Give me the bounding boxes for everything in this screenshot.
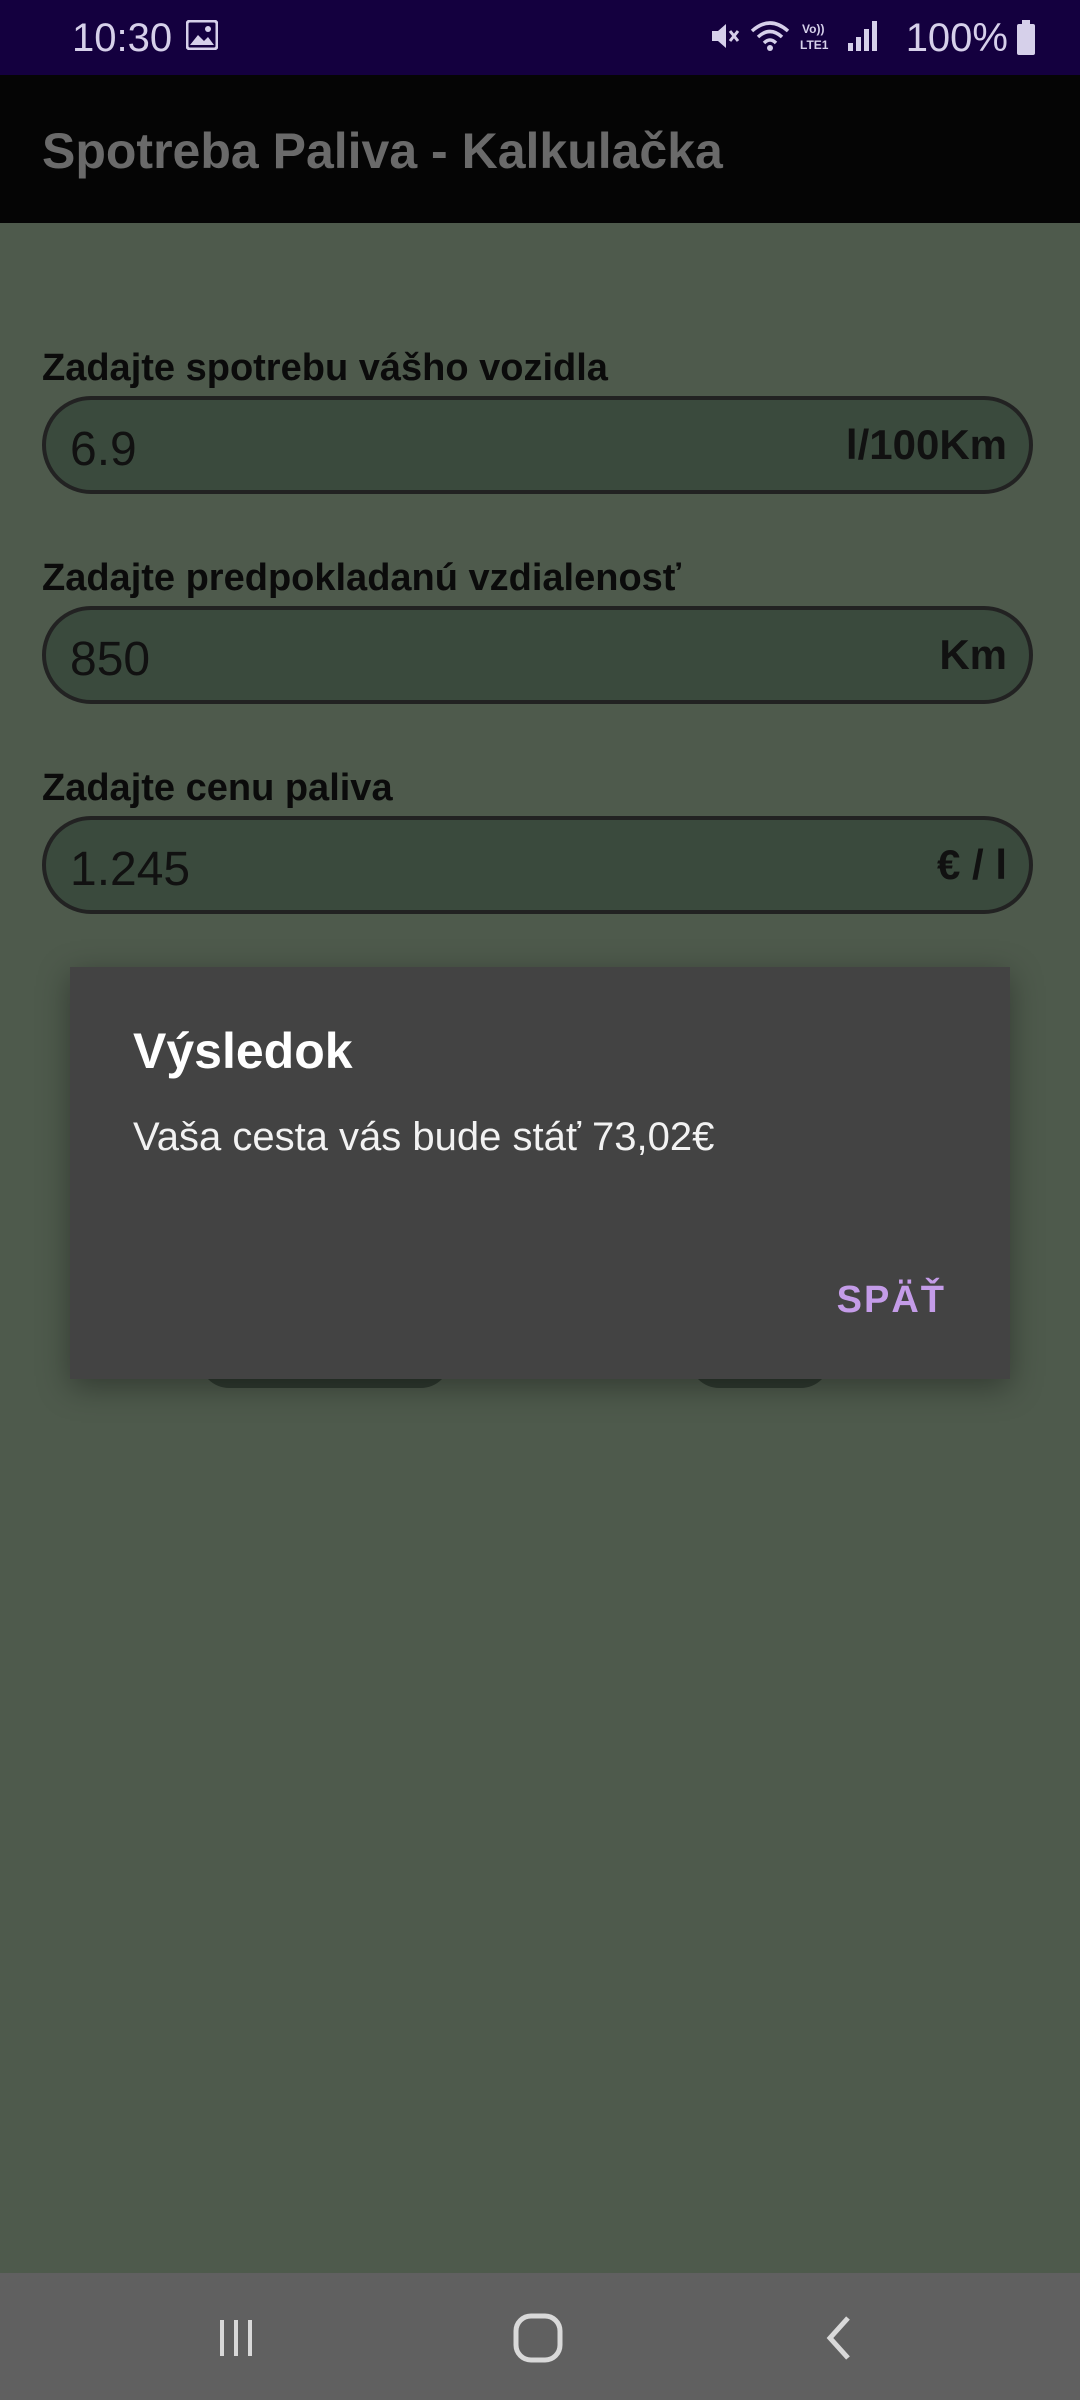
home-icon[interactable] bbox=[498, 2303, 578, 2373]
app-title: Spotreba Paliva - Kalkulačka bbox=[42, 123, 723, 179]
dialog-message: Vaša cesta vás bude stáť 73,02€ bbox=[133, 1115, 715, 1159]
signal-icon bbox=[846, 19, 880, 58]
back-icon[interactable] bbox=[800, 2303, 880, 2373]
battery-icon bbox=[1016, 20, 1036, 61]
svg-text:Vo)): Vo)) bbox=[802, 22, 824, 36]
volte-icon: Vo)) LTE1 bbox=[798, 19, 838, 58]
mute-icon bbox=[708, 19, 742, 58]
dialog-title: Výsledok bbox=[133, 1023, 353, 1079]
status-time: 10:30 bbox=[72, 16, 173, 60]
consumption-value: 6.9 bbox=[70, 423, 137, 476]
price-label: Zadajte cenu paliva bbox=[42, 767, 393, 809]
distance-unit: Km bbox=[939, 631, 1007, 678]
distance-value: 850 bbox=[70, 633, 151, 686]
distance-input[interactable]: 850 Km bbox=[42, 606, 1033, 704]
app-bar: Spotreba Paliva - Kalkulačka bbox=[0, 75, 1080, 223]
status-icons: Vo)) LTE1 bbox=[708, 18, 880, 58]
consumption-unit: l/100Km bbox=[845, 421, 1007, 468]
price-input[interactable]: 1.245 € / l bbox=[42, 816, 1033, 914]
price-value: 1.245 bbox=[70, 843, 191, 896]
svg-text:LTE1: LTE1 bbox=[800, 38, 829, 52]
recent-apps-icon[interactable] bbox=[196, 2303, 276, 2373]
consumption-label: Zadajte spotrebu vášho vozidla bbox=[42, 347, 608, 389]
status-bar: 10:30 Vo)) LTE1 100% bbox=[0, 0, 1080, 75]
result-dialog: Výsledok Vaša cesta vás bude stáť 73,02€… bbox=[70, 967, 1010, 1379]
consumption-input[interactable]: 6.9 l/100Km bbox=[42, 396, 1033, 494]
distance-label: Zadajte predpokladanú vzdialenosť bbox=[42, 557, 682, 599]
price-unit: € / l bbox=[936, 841, 1007, 888]
wifi-icon bbox=[750, 19, 790, 58]
back-button[interactable]: SPÄŤ bbox=[837, 1277, 946, 1323]
gallery-icon bbox=[185, 19, 219, 55]
navigation-bar bbox=[0, 2273, 1080, 2400]
battery-percent: 100% bbox=[905, 16, 1008, 60]
